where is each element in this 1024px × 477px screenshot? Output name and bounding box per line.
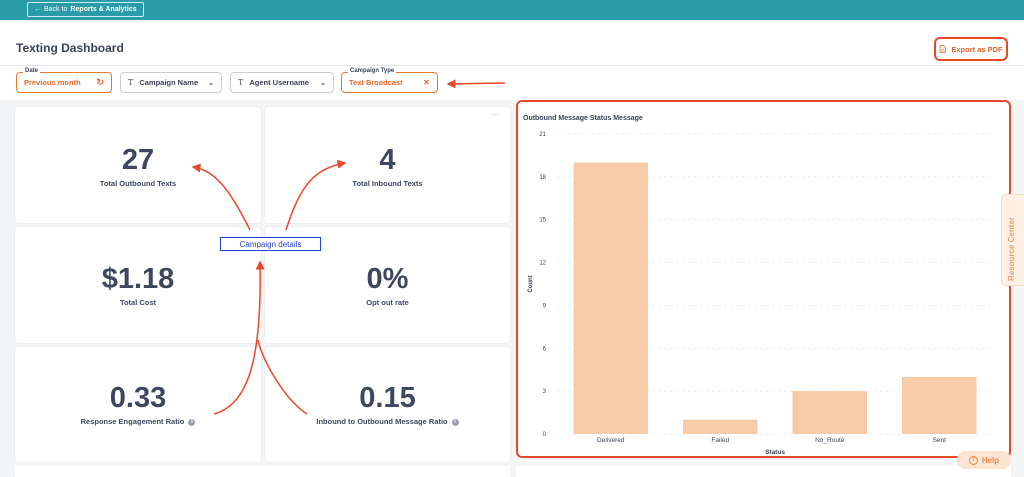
info-icon[interactable]: i [451,418,459,426]
metric-value: 0.15 [359,382,416,414]
campaign-type-filter-value: Text Broadcast [349,78,403,87]
metric-label: Opt out rate [366,298,409,307]
info-icon[interactable]: i [188,418,196,426]
page-title: Texting Dashboard [16,41,124,55]
help-label: Help [981,455,1000,465]
metric-card-response-engagement: 0.33 Response Engagement Ratio i [15,347,261,462]
x-axis-label: Status [765,449,785,456]
bar-failed [683,419,758,434]
metric-card-total-outbound: 27 Total Outbound Texts [15,107,261,223]
back-to-reports-button[interactable]: ← Back to Reports & Analytics [27,2,144,17]
arrow-left-icon: ← [34,6,41,13]
outbound-status-chart-card: Outbound Message Status Message 0 3 6 9 12 15… [516,100,1011,458]
y-tick-label: 3 [543,389,547,395]
bar-sent [902,376,977,434]
export-pdf-button[interactable]: Export as PDF [934,37,1008,61]
metric-label: Total Cost [119,298,157,307]
campaign-name-filter[interactable]: T Campaign Name ⌄ [120,72,222,93]
x-tick-label: No_Route [815,437,845,444]
date-filter-label: Date [23,68,41,74]
bar-delivered [573,162,648,435]
y-tick-label: 12 [539,261,546,267]
y-tick-label: 0 [543,432,547,438]
bar-chart: 0 3 6 9 12 15 18 21 Count Delivered Failed No_Route… [528,132,994,456]
agent-username-filter[interactable]: T Agent Username ⌄ [230,72,334,93]
help-button[interactable]: ? Help [957,451,1011,469]
metric-label: Response Engagement Ratio [80,417,185,426]
metric-label-row: Response Engagement Ratio i [15,417,261,426]
resource-center-label: Resource Center [1007,216,1016,281]
back-prefix: Back to [44,6,68,13]
metric-label: Total Inbound Texts [352,179,423,188]
y-tick-label: 9 [543,303,547,309]
next-row-card [15,466,510,477]
agent-username-filter-value: Agent Username [249,78,309,87]
chevron-down-icon: ⌄ [320,79,326,87]
campaign-name-filter-value: Campaign Name [139,78,199,87]
y-axis-label: Count [528,275,534,292]
y-tick-label: 6 [543,346,547,352]
y-tick-label: 21 [539,132,546,138]
page-header: Texting Dashboard [0,20,1024,66]
date-filter[interactable]: Date Previous month ↻ [16,68,112,93]
text-type-icon: T [128,78,134,87]
resource-center-tab[interactable]: Resource Center [1002,195,1024,285]
question-icon: ? [968,455,978,465]
text-type-icon: T [238,78,244,87]
campaign-type-filter-label: Campaign Type [348,68,397,74]
metric-value: 27 [121,144,155,176]
bar-no-route [792,391,867,434]
metric-value: $1.18 [101,263,175,295]
metric-card-total-inbound: 4 Total Inbound Texts [265,107,510,223]
x-tick-label: Delivered [597,437,625,444]
export-pdf-label: Export as PDF [951,44,1003,54]
metric-card-inbound-outbound-ratio: 0.15 Inbound to Outbound Message Ratio i [265,347,510,462]
top-bar: ← Back to Reports & Analytics [0,0,1024,20]
metric-value: 0.33 [109,382,167,414]
campaign-details-annotation: Campaign details [220,237,321,251]
document-icon [939,45,947,53]
metric-label: Inbound to Outbound Message Ratio [316,417,448,426]
filter-bar: Date Previous month ↻ T Campaign Name ⌄ … [0,66,1024,100]
next-row-card [516,466,1011,477]
campaign-type-filter[interactable]: Campaign Type Text Broadcast ✕ [341,68,438,93]
more-options-icon[interactable]: ··· [491,110,499,119]
y-tick-label: 18 [539,175,546,181]
x-tick-label: Failed [711,437,729,444]
date-filter-value: Previous month [24,78,81,87]
metric-value: 4 [379,144,396,176]
close-icon[interactable]: ✕ [423,78,430,87]
back-target: Reports & Analytics [70,6,137,13]
y-tick-label: 15 [539,218,546,224]
reset-icon[interactable]: ↻ [96,77,104,88]
chevron-down-icon: ⌄ [208,79,214,87]
metric-value: 0% [366,263,409,295]
x-tick-label: Sent [933,437,947,444]
metric-label-row: Inbound to Outbound Message Ratio i [265,417,510,426]
metric-label: Total Outbound Texts [99,179,177,188]
